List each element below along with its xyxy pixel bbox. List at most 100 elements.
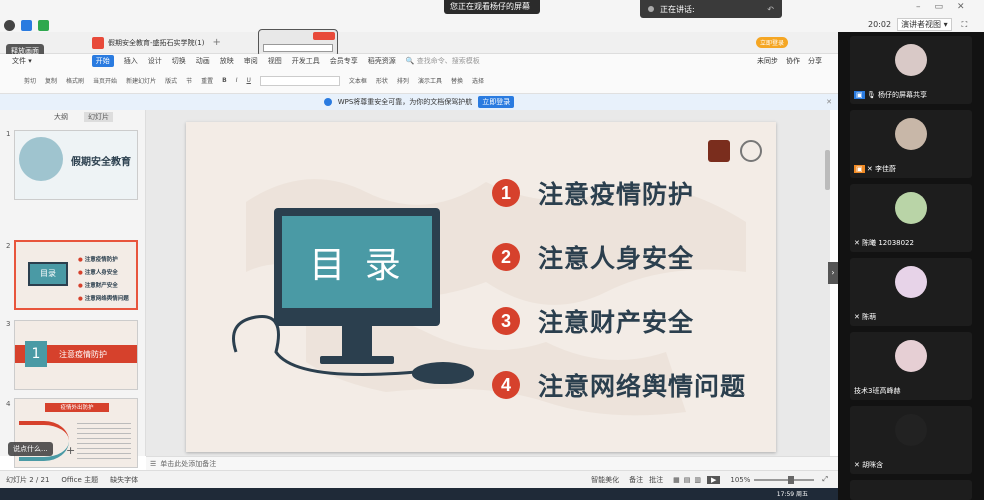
beautify-button[interactable]: 智能美化 [591, 475, 619, 485]
shape-button[interactable]: 形状 [376, 76, 388, 85]
slide[interactable]: 目 录 1 注意疫情防护 2 注意人身安全 3 注意财产安全 4 注意网络舆情问… [186, 122, 776, 452]
zoom-slider[interactable] [754, 475, 815, 484]
reading-view-icon[interactable]: ▥ [694, 476, 701, 484]
close-icon[interactable]: ✕ [957, 2, 965, 12]
participant-tile[interactable] [850, 480, 972, 500]
tab-outline[interactable]: 大纲 [54, 112, 68, 122]
slide-thumbnail[interactable]: 假期安全教育 [14, 130, 138, 200]
login-button[interactable]: 立即登录 [755, 37, 788, 48]
tab-home[interactable]: 开始 [91, 55, 114, 67]
reset-button[interactable]: 重置 [201, 76, 213, 85]
command-search[interactable]: 🔍 查找命令、搜索模板 [406, 56, 480, 66]
slide-counter: 幻灯片 2 / 21 [6, 475, 50, 484]
layout-button[interactable]: 版式 [165, 76, 177, 85]
presenter-view-button[interactable]: 演讲者视图 ▾ [897, 18, 952, 31]
section-button[interactable]: 节 [186, 76, 192, 85]
participant-tile[interactable]: ✕ 陈萌 [850, 258, 972, 326]
cut-button[interactable]: 剪切 [24, 76, 36, 85]
copy-button[interactable]: 复制 [45, 76, 57, 85]
tab-design[interactable]: 设计 [148, 56, 162, 66]
play-icon[interactable]: ▶ [706, 475, 721, 484]
avatar [895, 118, 927, 150]
restore-icon[interactable]: ▭ [935, 2, 944, 12]
collab-button[interactable]: 协作 [786, 56, 800, 66]
presentation-tools-button[interactable]: 演示工具 [418, 76, 442, 85]
arrange-button[interactable]: 排列 [397, 76, 409, 85]
font-select[interactable] [259, 75, 340, 86]
participant-tile[interactable]: ✕ 陈曦 12038022 [850, 184, 972, 252]
new-slide-button[interactable]: 新建幻灯片 [126, 76, 156, 85]
slide-thumbnail-selected[interactable]: 目录 ● 注意疫情防护 ● 注意人身安全 ● 注意财产安全 ● 注意网络舆情问题 [14, 240, 138, 310]
slide-thumbnail[interactable]: 1 注意疫情防护 [14, 320, 138, 390]
mic-muted-icon: ✕ [854, 313, 860, 321]
wps-window: 假期安全教育-盛拓石实学院(1) + 立即登录 释放画面 文件 ▾ 开始 插入 … [0, 29, 838, 488]
format-painter-button[interactable]: 格式刷 [66, 76, 84, 85]
tab-slideshow[interactable]: 放映 [220, 56, 234, 66]
participant-tile[interactable]: ✕ 胡咪含 [850, 406, 972, 474]
new-tab-icon[interactable]: + [212, 37, 220, 48]
missing-font-button[interactable]: 缺失字体 [110, 475, 138, 485]
stop-share-icon[interactable] [313, 32, 335, 40]
sorter-view-icon[interactable]: ▤ [684, 476, 691, 484]
fullscreen-icon[interactable]: ⛶ [962, 20, 968, 30]
info-icon[interactable] [4, 20, 15, 31]
taskbar-clock: 17:59 周五 [776, 491, 808, 498]
vertical-scrollbar[interactable] [825, 150, 830, 190]
file-menu[interactable]: 文件 ▾ [12, 56, 32, 66]
slide-canvas: 目 录 1 注意疫情防护 2 注意人身安全 3 注意财产安全 4 注意网络舆情问… [146, 110, 830, 488]
toc-number-badge: 1 [492, 179, 520, 207]
italic-button[interactable]: I [236, 77, 238, 84]
window-controls: – ▭ ✕ [916, 2, 965, 12]
toc-item: 2 注意人身安全 [492, 242, 694, 273]
toc-item: 3 注意财产安全 [492, 306, 694, 337]
screenshare-control[interactable] [258, 29, 338, 57]
fit-window-icon[interactable]: ⤢ [822, 475, 828, 484]
notes-toggle[interactable]: 备注 [629, 475, 643, 485]
tab-review[interactable]: 审阅 [244, 56, 258, 66]
tab-view[interactable]: 视图 [268, 56, 282, 66]
participant-tile[interactable]: 技术3班高峰赫 [850, 332, 972, 400]
tab-docer[interactable]: 稻壳资源 [368, 56, 396, 66]
mic-muted-icon: ✕ [854, 461, 860, 469]
notice-login-button[interactable]: 立即登录 [478, 96, 515, 108]
tab-transition[interactable]: 切换 [172, 56, 186, 66]
close-icon[interactable]: ✕ [826, 98, 832, 106]
signal-icon[interactable] [38, 20, 49, 31]
thumbnail-illustration [19, 137, 63, 181]
bold-button[interactable]: B [222, 77, 227, 84]
slide-thumbnail[interactable]: 疫情外出防护 [14, 398, 138, 468]
replace-button[interactable]: 替换 [451, 76, 463, 85]
panel-tabs: 大纲 幻灯片 [0, 110, 145, 124]
notes-icon: ☰ [150, 459, 157, 468]
add-slide-icon[interactable]: + [66, 444, 75, 457]
tab-insert[interactable]: 插入 [124, 56, 138, 66]
avatar [895, 266, 927, 298]
unsync-status[interactable]: 未同步 [757, 56, 778, 66]
select-button[interactable]: 选择 [472, 76, 484, 85]
tab-member[interactable]: 会员专享 [330, 56, 358, 66]
toc-item: 1 注意疫情防护 [492, 178, 694, 209]
presenter-controls: 20:02 演讲者视图 ▾ ⛶ [868, 18, 967, 31]
say-something-input[interactable]: 说点什么... [8, 442, 53, 456]
underline-button[interactable]: U [246, 77, 250, 84]
document-tab[interactable]: 假期安全教育-盛拓石实学院(1) [108, 38, 204, 48]
tab-animation[interactable]: 动画 [196, 56, 210, 66]
participant-tile[interactable]: ▣ 🎙 杨仔的屏幕共享 [850, 36, 972, 104]
watching-banner: 您正在观看杨仔的屏幕 [444, 0, 540, 14]
tab-developer[interactable]: 开发工具 [292, 56, 320, 66]
notes-bar[interactable]: ☰ 单击此处添加备注 [146, 456, 838, 470]
shield-icon[interactable] [21, 20, 32, 31]
tab-slides[interactable]: 幻灯片 [84, 112, 113, 122]
play-current-button[interactable]: 当页开始 [93, 76, 117, 85]
comment-toggle[interactable]: 批注 [649, 475, 663, 485]
zoom-thumb[interactable] [788, 475, 795, 484]
mouse-illustration [412, 362, 474, 384]
share-button[interactable]: 分享 [808, 56, 822, 66]
minimize-icon[interactable]: – [916, 2, 921, 12]
collapse-panel-button[interactable]: › [828, 262, 838, 284]
participant-tile[interactable]: ▣ ✕ 李佳蔚 [850, 110, 972, 178]
undo-icon[interactable]: ↶ [767, 5, 774, 14]
ribbon-tabs: 文件 ▾ 开始 插入 设计 切换 动画 放映 审阅 视图 开发工具 会员专享 稻… [0, 54, 838, 68]
normal-view-icon[interactable]: ▦ [673, 476, 680, 484]
textbox-button[interactable]: 文本框 [349, 76, 367, 85]
